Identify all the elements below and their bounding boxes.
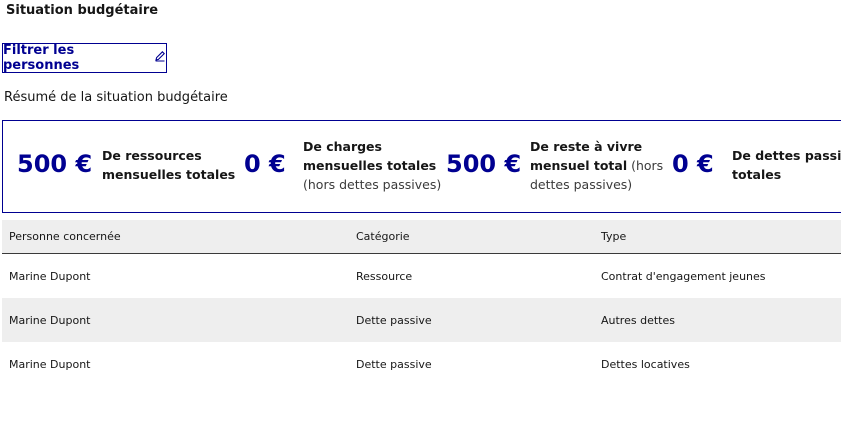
charges-amount: 0 € bbox=[244, 150, 286, 178]
cell-category: Dette passive bbox=[356, 357, 432, 371]
cell-type: Dettes locatives bbox=[601, 357, 690, 371]
table-row: Marine Dupont Dette passive Autres dette… bbox=[2, 298, 841, 342]
cell-category: Ressource bbox=[356, 269, 413, 283]
budget-table: Personne concernée Catégorie Type Marine… bbox=[2, 220, 841, 386]
cell-person: Marine Dupont bbox=[9, 269, 91, 283]
cell-person: Marine Dupont bbox=[2, 298, 349, 342]
column-header-category: Catégorie bbox=[349, 220, 594, 254]
budget-summary-card: 500 € De ressources mensuelles totales 0 … bbox=[2, 120, 841, 213]
cell-category: Dette passive bbox=[349, 298, 594, 342]
summary-title: Résumé de la situation budgétaire bbox=[4, 90, 228, 105]
passive-debts-description: De dettes passivestotales bbox=[732, 148, 841, 182]
filter-button-label: Filtrer les personnes bbox=[3, 43, 80, 73]
passive-debts-amount: 0 € bbox=[672, 150, 714, 178]
cell-person: Marine Dupont bbox=[9, 357, 91, 371]
charges-description: De charges mensuelles totales (hors dettes… bbox=[303, 139, 442, 192]
cell-type: Contrat d'engagement jeunes bbox=[601, 269, 766, 283]
section-title: Situation budgétaire bbox=[6, 3, 159, 18]
table-row: Marine Dupont Dette passive Dettes locat… bbox=[2, 342, 841, 386]
pencil-icon bbox=[154, 50, 166, 66]
remaining-description: De reste à vivre mensuel total (hors dette… bbox=[530, 139, 664, 192]
resources-amount: 500 € bbox=[17, 150, 93, 178]
column-header-type: Type bbox=[594, 220, 841, 254]
cell-type: Autres dettes bbox=[594, 298, 841, 342]
column-header-person: Personne concernée bbox=[2, 220, 349, 254]
table-row: Marine Dupont Ressource Contrat d'engage… bbox=[2, 254, 841, 299]
resources-description: De ressources mensuelles totales bbox=[102, 148, 236, 182]
filter-persons-button[interactable]: Filtrer les personnes bbox=[2, 43, 167, 73]
table-header-row: Personne concernée Catégorie Type bbox=[2, 220, 841, 254]
remaining-amount: 500 € bbox=[446, 150, 522, 178]
